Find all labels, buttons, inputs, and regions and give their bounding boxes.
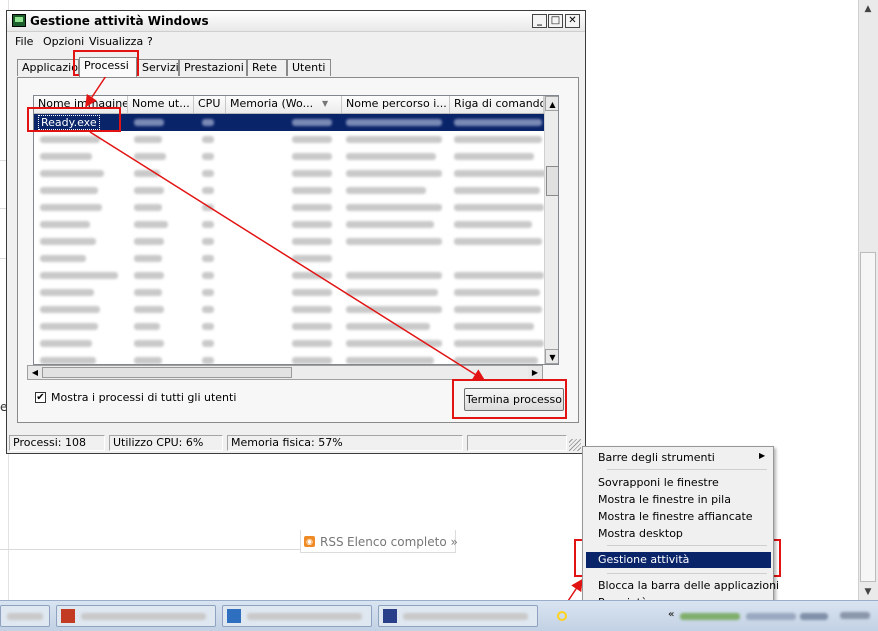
menu-item-lock-taskbar[interactable]: Blocca la barra delle applicazioni — [598, 579, 779, 592]
taskbar-button[interactable] — [0, 605, 50, 627]
taskbar-button[interactable] — [378, 605, 538, 627]
tab-processes[interactable]: Processi — [79, 57, 137, 77]
show-hidden-icons-icon[interactable]: « — [668, 609, 674, 620]
taskbar-context-menu: Barre degli strumenti ▶ Sovrapponi le fi… — [582, 446, 779, 613]
menu-item-toolbars[interactable]: Barre degli strumenti — [598, 451, 715, 464]
taskbar-button[interactable] — [56, 605, 216, 627]
app-icon — [383, 609, 397, 623]
menu-item-cascade[interactable]: Sovrapponi le finestre — [598, 476, 719, 489]
menu-item-side-by-side[interactable]: Mostra le finestre affiancate — [598, 510, 753, 523]
menu-item-task-manager[interactable]: Gestione attività — [598, 553, 689, 566]
menu-item-show-desktop[interactable]: Mostra desktop — [598, 527, 683, 540]
system-tray-icons[interactable] — [680, 609, 830, 623]
menu-item-stacked[interactable]: Mostra le finestre in pila — [598, 493, 731, 506]
taskbar: « — [0, 600, 878, 631]
mouse-click-indicator — [557, 611, 567, 621]
arrow-process-to-button — [89, 131, 486, 381]
menu-separator — [607, 573, 767, 574]
menu-separator — [607, 545, 767, 546]
submenu-arrow-icon: ▶ — [759, 451, 766, 460]
menu-separator — [607, 469, 767, 470]
app-icon — [61, 609, 75, 623]
taskbar-button[interactable] — [222, 605, 372, 627]
arrow-tab-to-process — [85, 75, 107, 108]
app-icon — [227, 609, 241, 623]
